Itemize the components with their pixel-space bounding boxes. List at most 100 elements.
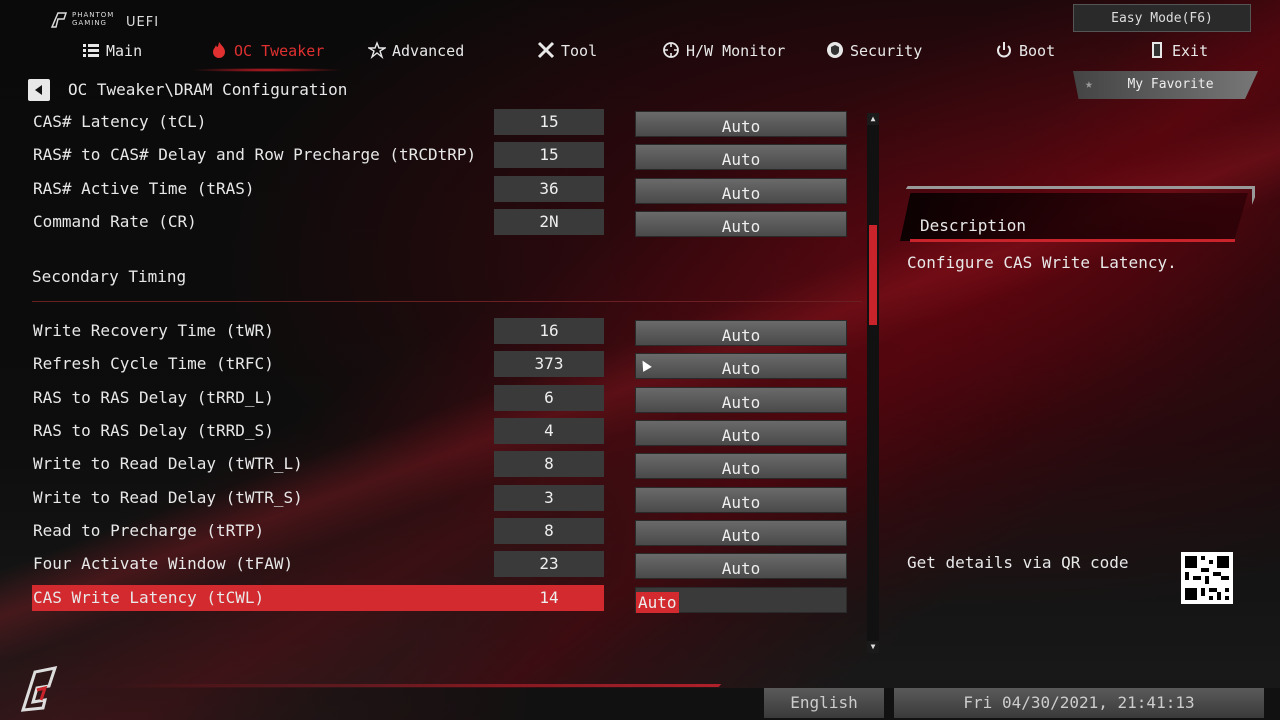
setting-option-select[interactable]: Auto: [635, 144, 847, 170]
option-value-highlighted: Auto: [636, 592, 679, 613]
setting-label: RAS# Active Time (tRAS): [33, 179, 255, 198]
brand-line-2: GAMING: [72, 19, 107, 27]
description-text: Configure CAS Write Latency.: [907, 253, 1177, 272]
tab-hw-monitor[interactable]: H/W Monitor: [662, 38, 785, 64]
uefi-label: UEFI: [126, 15, 160, 30]
setting-current-value: 2N: [494, 209, 604, 235]
tab-oc-tweaker-label: OC Tweaker: [234, 42, 325, 60]
flame-icon: [213, 42, 225, 58]
setting-label: RAS# to CAS# Delay and Row Precharge (tR…: [33, 145, 477, 164]
setting-current-value: 8: [494, 518, 604, 544]
setting-row-trfc[interactable]: Refresh Cycle Time (tRFC) 373: [32, 351, 604, 377]
easy-mode-button[interactable]: Easy Mode(F6): [1073, 4, 1251, 32]
tab-tool[interactable]: Tool: [537, 38, 597, 64]
setting-row-tcl[interactable]: CAS# Latency (tCL) 15: [32, 109, 604, 135]
exit-door-icon: [1152, 42, 1162, 58]
setting-option-select[interactable]: Auto: [635, 553, 847, 579]
tab-main[interactable]: Main: [82, 38, 142, 64]
setting-row-twtr-s[interactable]: Write to Read Delay (tWTR_S) 3: [32, 485, 604, 511]
setting-option-select[interactable]: Auto: [635, 487, 847, 513]
tab-oc-tweaker[interactable]: OC Tweaker: [189, 38, 345, 72]
setting-label: RAS to RAS Delay (tRRD_L): [33, 388, 274, 407]
qr-code-label: Get details via QR code: [907, 553, 1129, 572]
pg-bottom-logo: [15, 660, 60, 715]
setting-option-select[interactable]: Auto: [635, 320, 847, 346]
setting-label: Command Rate (CR): [33, 212, 197, 231]
setting-current-value: 4: [494, 418, 604, 444]
setting-current-value: 16: [494, 318, 604, 344]
description-accent-line: [910, 239, 1235, 242]
tab-hw-monitor-label: H/W Monitor: [686, 42, 786, 60]
description-title: Description: [920, 216, 1026, 235]
breadcrumb-path: OC Tweaker\DRAM Configuration: [68, 80, 348, 99]
setting-option-select[interactable]: Auto: [635, 211, 847, 237]
pg-logo-icon: [50, 12, 68, 28]
setting-option-select[interactable]: Auto: [635, 420, 847, 446]
brand-line-1: PHANTOM: [72, 11, 115, 19]
power-icon: [997, 42, 1011, 58]
setting-row-trtp[interactable]: Read to Precharge (tRTP) 8: [32, 518, 604, 544]
setting-label: Refresh Cycle Time (tRFC): [33, 354, 274, 373]
setting-option-select[interactable]: Auto: [635, 111, 847, 137]
scroll-up-arrow-icon[interactable]: ▲: [867, 113, 879, 125]
setting-row-tras[interactable]: RAS# Active Time (tRAS) 36: [32, 176, 604, 202]
main-nav: Main OC Tweaker Advanced Tool H/W Monito…: [0, 38, 1280, 72]
setting-option-select[interactable]: Auto: [635, 353, 847, 379]
tools-icon: [537, 41, 555, 59]
tab-security[interactable]: Security: [826, 38, 922, 64]
setting-label: Write to Read Delay (tWTR_S): [33, 488, 303, 507]
setting-current-value: 6: [494, 385, 604, 411]
scrollbar[interactable]: ▲ ▼: [867, 113, 879, 653]
qr-code-icon: [1185, 556, 1229, 600]
star-icon: [368, 41, 386, 59]
setting-option-select[interactable]: Auto: [635, 520, 847, 546]
setting-current-value: 23: [494, 551, 604, 577]
footer-accent-line: [118, 684, 722, 687]
tab-security-label: Security: [850, 42, 923, 60]
setting-label: RAS to RAS Delay (tRRD_S): [33, 421, 274, 440]
section-title: Secondary Timing: [32, 267, 187, 286]
pg-emblem-icon: [20, 666, 58, 712]
datetime-display: Fri 04/30/2021, 21:41:13: [894, 688, 1264, 718]
setting-row-trrd-s[interactable]: RAS to RAS Delay (tRRD_S) 4: [32, 418, 604, 444]
qr-code-image: [1181, 552, 1233, 604]
tab-main-label: Main: [106, 42, 143, 60]
setting-label: Read to Precharge (tRTP): [33, 521, 265, 540]
setting-row-trrd-l[interactable]: RAS to RAS Delay (tRRD_L) 6: [32, 385, 604, 411]
setting-option-select-active[interactable]: Auto: [635, 587, 847, 613]
setting-option-select[interactable]: Auto: [635, 178, 847, 204]
setting-label: CAS# Latency (tCL): [33, 112, 207, 131]
tab-boot-label: Boot: [1019, 42, 1056, 60]
setting-option-select[interactable]: Auto: [635, 387, 847, 413]
setting-current-value: 8: [494, 451, 604, 477]
favorite-star-icon: ★: [1085, 77, 1093, 92]
setting-row-tfaw[interactable]: Four Activate Window (tFAW) 23: [32, 551, 604, 577]
scroll-thumb[interactable]: [869, 225, 877, 325]
setting-row-tcwl-selected[interactable]: CAS Write Latency (tCWL) 14: [32, 585, 604, 611]
tab-boot[interactable]: Boot: [995, 38, 1055, 64]
setting-row-trcdtrp[interactable]: RAS# to CAS# Delay and Row Precharge (tR…: [32, 142, 604, 168]
favorite-label: My Favorite: [1127, 77, 1214, 92]
setting-row-cr[interactable]: Command Rate (CR) 2N: [32, 209, 604, 235]
setting-row-twtr-l[interactable]: Write to Read Delay (tWTR_L) 8: [32, 451, 604, 477]
phantom-gaming-logo: PHANTOM GAMING UEFI: [50, 9, 170, 33]
setting-label: Write Recovery Time (tWR): [33, 321, 274, 340]
setting-current-value: 373: [494, 351, 604, 377]
my-favorite-button[interactable]: ★ My Favorite: [1073, 71, 1258, 99]
scroll-down-arrow-icon[interactable]: ▼: [867, 641, 879, 653]
setting-current-value: 36: [494, 176, 604, 202]
back-button[interactable]: [28, 79, 50, 101]
tab-tool-label: Tool: [561, 42, 598, 60]
setting-label: Four Activate Window (tFAW): [33, 554, 294, 573]
shield-icon: [827, 42, 843, 58]
section-divider: [32, 301, 862, 302]
setting-option-select[interactable]: Auto: [635, 453, 847, 479]
setting-current-value: 14: [539, 588, 559, 607]
tab-advanced[interactable]: Advanced: [368, 38, 464, 64]
language-button[interactable]: English: [764, 688, 884, 718]
tab-advanced-label: Advanced: [392, 42, 465, 60]
setting-current-value: 15: [494, 109, 604, 135]
setting-current-value: 15: [494, 142, 604, 168]
setting-row-twr[interactable]: Write Recovery Time (tWR) 16: [32, 318, 604, 344]
tab-exit[interactable]: Exit: [1148, 38, 1208, 64]
